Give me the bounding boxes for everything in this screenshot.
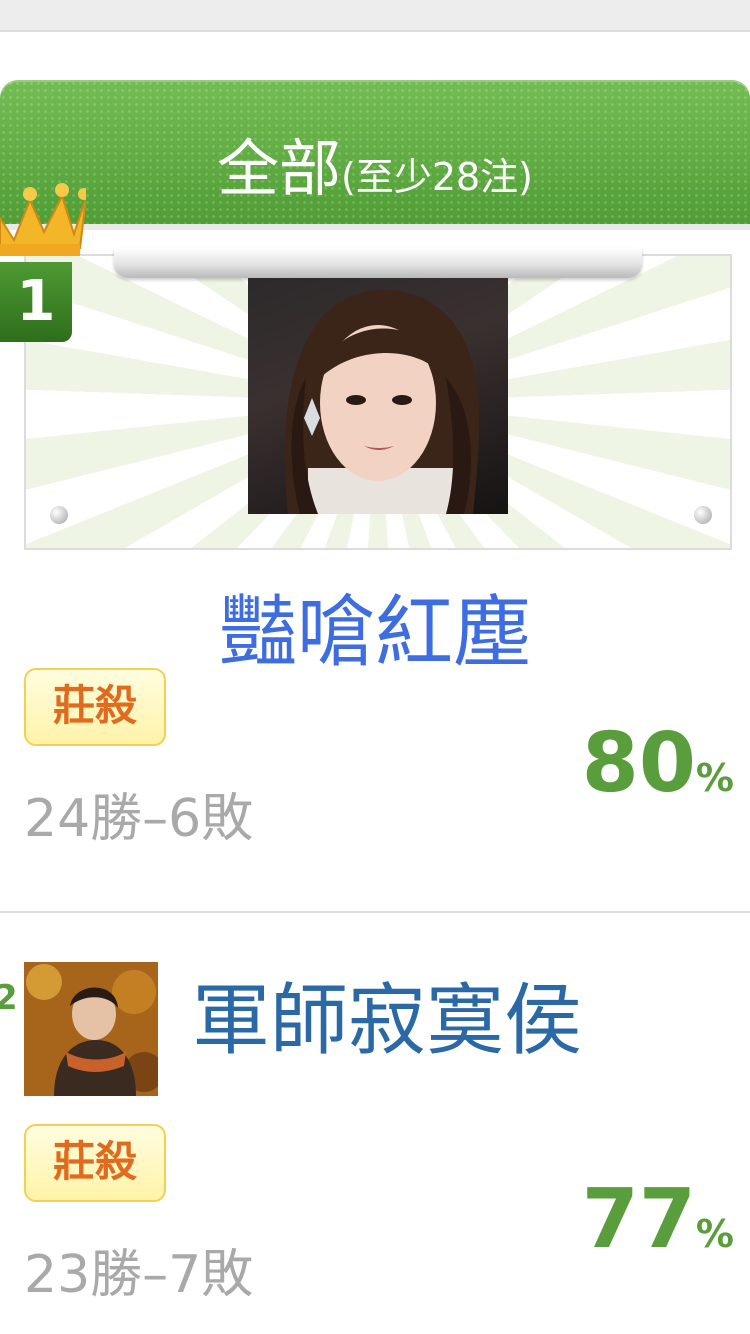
header-title: 全部(至少28注) [0,118,750,208]
bet-type-tag-1: 莊殺 [24,668,166,746]
top-strip [0,0,750,32]
frame-pin-right [694,506,712,524]
header-title-main: 全部 [216,132,341,205]
avatar-portrait-2 [24,962,158,1096]
frame-pin-left [50,506,68,524]
avatar-portrait-1 [284,289,480,514]
win-rate-value-2: 77 [581,1172,696,1267]
win-loss-record-2: 23勝–7敗 [24,1245,254,1305]
rank-number-2: 2 [0,978,18,1018]
win-rate-unit-2: % [695,1212,734,1256]
rank-badge-1: 1 [0,262,72,342]
avatar-rank-2[interactable] [24,962,158,1096]
header-title-sub: (至少28注) [341,155,534,199]
win-rate-2: 77% [582,1172,734,1267]
win-rate-unit-1: % [695,756,734,800]
win-rate-1: 80% [582,716,734,811]
player-name-1[interactable]: 豔嗆紅塵 [0,570,750,682]
crown-icon [0,183,86,256]
player-name-2[interactable]: 軍師寂寞侯 [192,958,582,1070]
header-shelf [0,224,750,230]
avatar-rank-1[interactable] [248,278,508,514]
win-rate-value-1: 80 [581,716,696,811]
frame-hanger-rod [114,248,642,278]
win-loss-record-1: 24勝–6敗 [24,789,254,849]
row-divider [0,911,750,913]
bet-type-tag-2: 莊殺 [24,1124,166,1202]
